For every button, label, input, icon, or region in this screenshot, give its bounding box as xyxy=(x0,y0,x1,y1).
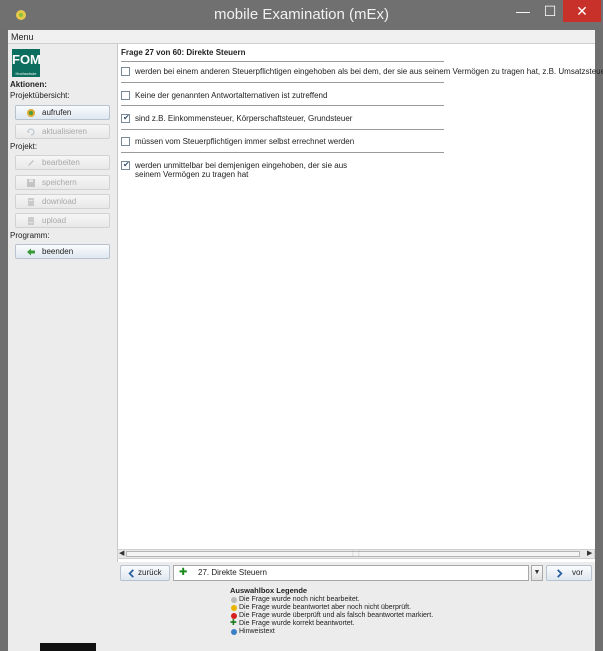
bearbeiten-button[interactable]: bearbeiten xyxy=(15,155,110,170)
upload-label: upload xyxy=(42,216,67,225)
logo-text: FOM xyxy=(12,52,41,67)
sidebar: FOM Hochschule Aktionen: Projektübersich… xyxy=(8,44,116,651)
scroll-right-icon[interactable]: ▶ xyxy=(587,549,592,557)
divider xyxy=(121,152,444,153)
divider xyxy=(121,61,444,62)
taskbar-logo xyxy=(40,643,96,651)
minimize-button[interactable]: — xyxy=(510,0,536,22)
blue-dot-icon xyxy=(231,629,237,635)
pencil-icon xyxy=(28,160,34,166)
beenden-button[interactable]: beenden xyxy=(15,244,110,259)
scroll-left-icon[interactable]: ◀ xyxy=(119,549,124,557)
legend: Auswahlbox Legende Die Frage wurde noch … xyxy=(230,587,510,636)
chevron-down-icon[interactable]: ▼ xyxy=(531,565,543,581)
menu-menu[interactable]: Menu xyxy=(11,30,34,44)
aufrufen-button[interactable]: aufrufen xyxy=(15,105,110,120)
aktualisieren-button[interactable]: aktualisieren xyxy=(15,124,110,139)
navigation-bar: zurück ✚ 27. Direkte Steuern ▼ vor xyxy=(117,563,595,583)
save-icon xyxy=(27,179,35,187)
answer-text: müssen vom Steuerpflichtigen immer selbs… xyxy=(135,137,355,146)
divider xyxy=(121,105,444,106)
answer-checkbox[interactable] xyxy=(121,137,130,146)
projektuebersicht-label: Projektübersicht: xyxy=(10,91,70,100)
green-plus-icon: ✚ xyxy=(179,567,188,578)
menu-bar: Menu xyxy=(8,30,595,44)
answer-text-line1: werden unmittelbar bei demjenigen eingeh… xyxy=(135,161,348,170)
legend-text: Die Frage wurde korrekt beantwortet. xyxy=(239,620,355,627)
answer-text: werden bei einem anderen Steuerpflichtig… xyxy=(135,67,603,76)
back-button[interactable]: zurück xyxy=(120,565,170,581)
legend-text: Die Frage wurde beantwortet aber noch ni… xyxy=(239,604,411,611)
checkmark-icon: ✔ xyxy=(123,160,130,169)
yellow-dot-icon xyxy=(231,605,237,611)
arrow-left-icon xyxy=(128,569,134,578)
download-label: download xyxy=(42,197,77,206)
speichern-label: speichern xyxy=(42,178,77,187)
projekt-label: Projekt: xyxy=(10,142,38,151)
answer-checkbox-checked[interactable]: ✔ xyxy=(121,160,130,170)
upload-icon xyxy=(28,217,34,225)
client-area: FOM Hochschule Aktionen: Projektübersich… xyxy=(8,44,603,651)
divider xyxy=(121,129,444,130)
question-select-value: 27. Direkte Steuern xyxy=(198,568,267,577)
next-button[interactable]: vor xyxy=(546,565,592,581)
answer-checkbox[interactable] xyxy=(121,91,130,100)
question-title: Frage 27 von 60: Direkte Steuern xyxy=(121,48,246,57)
answer-text: Keine der genannten Antwortalternativen … xyxy=(135,91,328,100)
aktionen-label: Aktionen: xyxy=(10,80,47,89)
download-button[interactable]: download xyxy=(15,194,110,209)
beenden-label: beenden xyxy=(42,247,74,256)
upload-button[interactable]: upload xyxy=(15,213,110,228)
next-label: vor xyxy=(572,568,584,577)
legend-item: Die Frage wurde überprüft und als falsch… xyxy=(230,612,510,620)
arrow-right-icon xyxy=(557,569,563,578)
question-panel: Frage 27 von 60: Direkte Steuern werden … xyxy=(117,44,603,562)
answer-checkbox[interactable] xyxy=(121,67,130,76)
divider xyxy=(121,82,444,83)
download-icon xyxy=(28,198,34,206)
speichern-button[interactable]: speichern xyxy=(15,175,110,190)
legend-item: Hinweistext xyxy=(230,628,510,636)
bearbeiten-label: bearbeiten xyxy=(42,158,80,167)
logo-subtext: Hochschule xyxy=(15,71,37,76)
grey-dot-icon xyxy=(231,597,237,603)
refresh-icon xyxy=(27,128,35,136)
legend-text: Die Frage wurde noch nicht bearbeitet. xyxy=(239,596,360,603)
legend-item: Die Frage wurde beantwortet aber noch ni… xyxy=(230,604,510,612)
fom-logo: FOM Hochschule xyxy=(12,49,41,77)
question-select[interactable]: ✚ 27. Direkte Steuern xyxy=(173,565,529,581)
checkmark-icon: ✔ xyxy=(123,113,130,122)
legend-item: ✚ Die Frage wurde korrekt beantwortet. xyxy=(230,618,510,628)
answer-text-line2: seinem Vermögen zu tragen hat xyxy=(135,170,249,179)
legend-text: Die Frage wurde überprüft und als falsch… xyxy=(239,612,434,619)
exit-icon xyxy=(27,248,35,256)
title-bar[interactable]: mobile Examination (mEx) — ☐ ✕ xyxy=(0,0,603,30)
open-project-icon xyxy=(27,109,35,117)
legend-text: Hinweistext xyxy=(239,628,275,635)
close-button[interactable]: ✕ xyxy=(563,0,601,22)
green-plus-icon: ✚ xyxy=(230,618,237,627)
legend-item: Die Frage wurde noch nicht bearbeitet. xyxy=(230,596,510,604)
aktualisieren-label: aktualisieren xyxy=(42,127,87,136)
maximize-button[interactable]: ☐ xyxy=(537,0,563,22)
app-window: mobile Examination (mEx) — ☐ ✕ Menu FOM … xyxy=(0,0,603,651)
programm-label: Programm: xyxy=(10,231,50,240)
scrollbar-grip-icon: ⋮⋮ xyxy=(350,551,362,557)
legend-title: Auswahlbox Legende xyxy=(230,586,308,595)
answer-checkbox-checked[interactable]: ✔ xyxy=(121,113,130,123)
horizontal-scrollbar[interactable]: ◀ ⋮⋮ ▶ xyxy=(117,549,595,559)
back-label: zurück xyxy=(138,568,162,577)
answer-text: sind z.B. Einkommensteuer, Körperschafts… xyxy=(135,114,353,123)
aufrufen-label: aufrufen xyxy=(42,108,72,117)
